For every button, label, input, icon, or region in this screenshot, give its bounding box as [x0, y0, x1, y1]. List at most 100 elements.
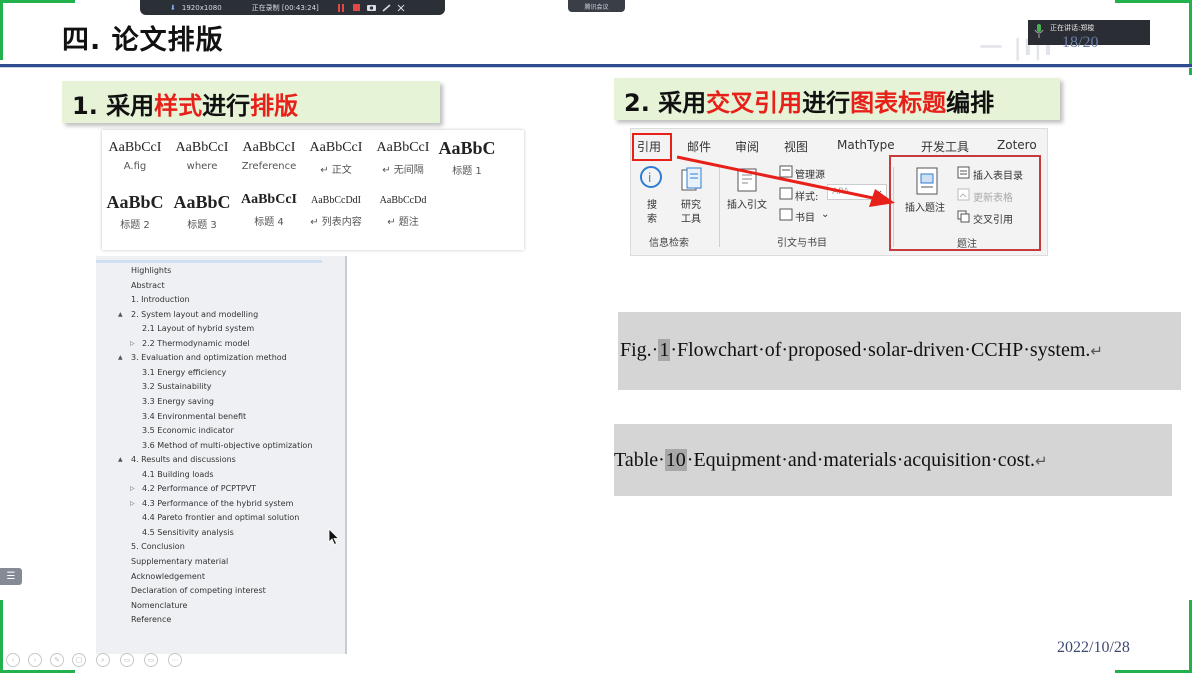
- nav-heading-item[interactable]: 2. System layout and modelling: [131, 310, 258, 319]
- style-preview: AaBbC: [173, 192, 231, 212]
- style-tile[interactable]: AaBbCcI Zreference: [236, 140, 302, 172]
- recording-toolbar: ⬇ 1920x1080 正在录制 [00:43:24]: [140, 0, 445, 15]
- style-tile[interactable]: AaBbC 标题 1: [437, 138, 497, 177]
- nav-heading-item[interactable]: 3.2 Sustainability: [142, 382, 211, 391]
- nav-heading-item[interactable]: 5. Conclusion: [131, 542, 185, 551]
- meeting-indicator[interactable]: 腾讯会议: [568, 0, 625, 12]
- slides-icon[interactable]: ▢: [72, 653, 86, 667]
- figure-caption-text: ·Flowchart·of·proposed·solar-driven·CCHP…: [670, 339, 1091, 361]
- style-name: Zreference: [241, 161, 297, 172]
- recording-status: 正在录制 [00:43:24]: [251, 3, 319, 12]
- next-icon[interactable]: ›: [28, 653, 42, 667]
- expand-toggle-icon[interactable]: ▷: [130, 500, 135, 507]
- expand-toggle-icon[interactable]: ▷: [130, 340, 135, 347]
- expand-toggle-icon[interactable]: ▲: [118, 311, 123, 318]
- nav-heading-item[interactable]: 3.5 Economic indicator: [142, 426, 234, 435]
- nav-heading-item[interactable]: Highlights: [131, 266, 171, 275]
- nav-heading-item[interactable]: 4.4 Pareto frontier and optimal solution: [142, 513, 299, 522]
- corner-accent: [1115, 0, 1192, 3]
- style-preview: AaBbCcI: [108, 140, 162, 155]
- paragraph-mark: ↵: [1035, 452, 1048, 470]
- style-tile[interactable]: AaBbCcI 标题 4: [236, 192, 302, 228]
- screen-icon[interactable]: ▭: [144, 653, 158, 667]
- style-tile[interactable]: AaBbC 标题 3: [169, 192, 235, 231]
- cross-reference-button[interactable]: 交叉引用: [973, 211, 1013, 226]
- tab-mathtype[interactable]: MathType: [837, 138, 895, 152]
- bibliography-button[interactable]: 书目: [795, 209, 815, 224]
- style-name: 标题 3: [187, 220, 217, 231]
- nav-heading-item[interactable]: 4.2 Performance of PCPTPVT: [142, 484, 256, 493]
- style-tile[interactable]: AaBbCcDd ↵ 题注: [370, 192, 436, 228]
- nav-heading-item[interactable]: 4.5 Sensitivity analysis: [142, 528, 234, 537]
- style-tile[interactable]: AaBbCcI A.fig: [102, 140, 168, 172]
- previous-icon[interactable]: ‹: [6, 653, 20, 667]
- more-icon[interactable]: ⋯: [168, 653, 182, 667]
- section1-label: 1. 采用样式进行排版: [62, 81, 440, 123]
- nav-heading-item[interactable]: Abstract: [131, 281, 165, 290]
- nav-heading-item[interactable]: 4.1 Building loads: [142, 470, 214, 479]
- section2-prefix: 2. 采用: [624, 89, 707, 117]
- nav-heading-item[interactable]: 1. Introduction: [131, 295, 190, 304]
- search-icon[interactable]: i: [639, 165, 665, 193]
- tab-zotero[interactable]: Zotero: [997, 138, 1037, 152]
- expand-toggle-icon[interactable]: ▲: [118, 354, 123, 361]
- section1-highlight-style: 样式: [154, 92, 203, 120]
- subtitle-icon[interactable]: ▭: [120, 653, 134, 667]
- recording-resolution: 1920x1080: [181, 3, 222, 12]
- search-label: 索: [647, 214, 657, 225]
- table-caption-text: ·Equipment·and·materials·acquisition·cos…: [686, 449, 1036, 471]
- table-caption-prefix: Table·: [614, 449, 665, 471]
- list-icon[interactable]: ☰: [0, 568, 22, 585]
- pen-tool-icon[interactable]: ✎: [50, 653, 64, 667]
- expand-toggle-icon[interactable]: ▲: [118, 456, 123, 463]
- stop-icon[interactable]: [352, 4, 361, 11]
- style-tile[interactable]: AaBbCcI ↵ 无间隔: [370, 140, 436, 176]
- insert-caption-button[interactable]: 插入题注: [905, 199, 945, 214]
- style-name: A.fig: [123, 161, 147, 172]
- navigation-pane: Highlights Abstract 1. Introduction ▲ 2. Sys…: [96, 256, 347, 654]
- style-tile[interactable]: AaBbCcI where: [169, 140, 235, 172]
- nav-heading-item[interactable]: 3.3 Energy saving: [142, 397, 214, 406]
- page-number: 18/20: [1062, 34, 1099, 51]
- style-preview: AaBbCcI: [175, 140, 229, 155]
- nav-heading-item[interactable]: 2.2 Thermodynamic model: [142, 339, 250, 348]
- update-table-button[interactable]: 更新表格: [973, 189, 1013, 204]
- nav-heading-item[interactable]: Declaration of competing interest: [131, 586, 266, 595]
- nav-heading-item[interactable]: 4.3 Performance of the hybrid system: [142, 499, 293, 508]
- tab-developer[interactable]: 开发工具: [921, 138, 969, 155]
- style-preview: AaBbCcDd: [379, 195, 427, 206]
- tab-references[interactable]: 引用: [637, 138, 661, 155]
- nav-heading-item[interactable]: Nomenclature: [131, 601, 187, 610]
- figure-caption-number: 1: [658, 339, 671, 361]
- svg-text:i: i: [648, 171, 651, 185]
- nav-heading-item[interactable]: Reference: [131, 615, 171, 624]
- pen-icon[interactable]: [382, 4, 391, 12]
- group-captions-label: 题注: [957, 239, 977, 250]
- style-tile[interactable]: AaBbCcI ↵ 正文: [303, 140, 369, 176]
- nav-heading-item[interactable]: 3.6 Method of multi-objective optimizati…: [142, 441, 312, 450]
- corner-accent: [0, 0, 3, 60]
- style-tile[interactable]: AaBbCcDdI ↵ 列表内容: [303, 192, 369, 228]
- nav-heading-item[interactable]: Acknowledgement: [131, 572, 205, 581]
- insert-caption-icon[interactable]: [915, 167, 939, 195]
- style-tile[interactable]: AaBbC 标题 2: [102, 192, 168, 231]
- nav-heading-item[interactable]: 3.1 Energy efficiency: [142, 368, 226, 377]
- style-preview: AaBbCcI: [309, 140, 363, 155]
- nav-heading-item[interactable]: 3.4 Environmental benefit: [142, 412, 246, 421]
- nav-heading-item[interactable]: 3. Evaluation and optimization method: [131, 353, 287, 362]
- section1-prefix: 1. 采用: [72, 92, 155, 120]
- nav-heading-item[interactable]: 2.1 Layout of hybrid system: [142, 324, 254, 333]
- zoom-icon[interactable]: ⌕: [96, 653, 110, 667]
- style-preview: AaBbCcI: [242, 140, 296, 155]
- close-icon[interactable]: [397, 4, 406, 12]
- insert-table-of-figures-button[interactable]: 插入表目录: [973, 167, 1023, 182]
- nav-heading-item[interactable]: Supplementary material: [131, 557, 228, 566]
- style-preview: AaBbC: [438, 138, 496, 158]
- expand-toggle-icon[interactable]: ▷: [130, 485, 135, 492]
- style-name: 标题 1: [452, 166, 482, 177]
- insert-table-of-figures-icon: [957, 166, 970, 179]
- corner-accent: [0, 0, 75, 3]
- pause-icon[interactable]: [337, 4, 346, 12]
- nav-heading-item[interactable]: 4. Results and discussions: [131, 455, 236, 464]
- camera-icon[interactable]: [366, 4, 376, 11]
